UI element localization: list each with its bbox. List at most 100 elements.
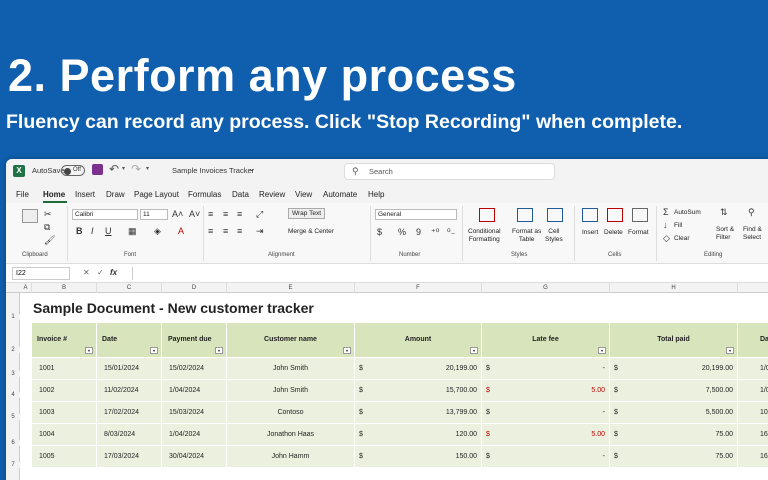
- find-select-button[interactable]: Find & Select: [743, 226, 762, 242]
- quick-access-dropdown-icon[interactable]: ▾: [146, 165, 149, 172]
- insert-button[interactable]: Insert: [582, 229, 598, 236]
- tab-formulas[interactable]: Formulas: [188, 190, 221, 199]
- table-cell-late-fee[interactable]: $ -: [482, 358, 610, 380]
- row-header[interactable]: 1: [6, 314, 20, 320]
- sort-filter-icon[interactable]: ⇅: [720, 207, 728, 217]
- row-header[interactable]: 4: [6, 392, 20, 398]
- currency-button[interactable]: $: [377, 227, 382, 237]
- align-middle-icon[interactable]: ≡: [223, 209, 228, 219]
- filter-dropdown-icon[interactable]: ▾: [85, 347, 93, 354]
- clear-button[interactable]: Clear: [674, 235, 690, 242]
- search-box[interactable]: ⚲ Search: [344, 163, 555, 180]
- borders-icon[interactable]: ▦: [128, 226, 137, 236]
- align-right-icon[interactable]: ≡: [237, 226, 242, 236]
- font-color-icon[interactable]: A: [178, 226, 184, 236]
- table-cell-invoice[interactable]: 1003: [32, 402, 97, 424]
- table-cell-total[interactable]: $7,500.00: [610, 380, 738, 402]
- table-cell-date[interactable]: 17/02/2024: [97, 402, 162, 424]
- table-cell-amount[interactable]: $20,199.00: [355, 358, 482, 380]
- format-button[interactable]: Format: [628, 229, 649, 236]
- tab-draw[interactable]: Draw: [106, 190, 125, 199]
- table-cell-customer[interactable]: John Hamm: [227, 446, 355, 468]
- table-cell-due[interactable]: 1/04/2024: [162, 424, 227, 446]
- fill-icon[interactable]: ↓: [663, 220, 668, 230]
- font-size-select[interactable]: 11: [140, 209, 168, 220]
- bold-button[interactable]: B: [76, 226, 83, 236]
- column-header[interactable]: G: [482, 283, 610, 293]
- autosum-button[interactable]: AutoSum: [674, 209, 701, 216]
- table-cell-customer[interactable]: John Smith: [227, 380, 355, 402]
- delete-button[interactable]: Delete: [604, 229, 623, 236]
- table-cell-amount[interactable]: $120.00: [355, 424, 482, 446]
- undo-dropdown-icon[interactable]: ▾: [122, 165, 125, 172]
- comma-style-button[interactable]: 9: [416, 227, 421, 237]
- find-icon[interactable]: ⚲: [748, 207, 755, 217]
- filter-dropdown-icon[interactable]: ▾: [150, 347, 158, 354]
- italic-button[interactable]: I: [91, 226, 94, 236]
- copy-icon[interactable]: ⧉: [44, 222, 50, 232]
- insert-function-icon[interactable]: fx: [110, 268, 117, 277]
- table-cell-extra[interactable]: 10/: [738, 402, 768, 424]
- table-cell-late-fee[interactable]: $5.00: [482, 380, 610, 402]
- table-cell-due[interactable]: 15/02/2024: [162, 358, 227, 380]
- table-cell-customer[interactable]: John Smith: [227, 358, 355, 380]
- table-cell-due[interactable]: 1/04/2024: [162, 380, 227, 402]
- header-cell-payment-due[interactable]: Payment due ▾: [162, 323, 227, 357]
- table-cell-total[interactable]: $75.00: [610, 446, 738, 468]
- align-top-icon[interactable]: ≡: [208, 209, 213, 219]
- column-header[interactable]: H: [610, 283, 738, 293]
- header-cell-invoice[interactable]: Invoice # ▾: [32, 323, 97, 357]
- tab-home[interactable]: Home: [43, 190, 65, 199]
- autosum-icon[interactable]: Σ: [663, 207, 669, 217]
- name-box[interactable]: I22: [12, 267, 70, 280]
- table-cell-amount[interactable]: $13,799.00: [355, 402, 482, 424]
- table-cell-total[interactable]: $20,199.00: [610, 358, 738, 380]
- wrap-text-button[interactable]: Wrap Text: [288, 208, 326, 219]
- percent-button[interactable]: %: [398, 227, 406, 237]
- row-header[interactable]: 2: [6, 347, 20, 353]
- table-cell-due[interactable]: 15/03/2024: [162, 402, 227, 424]
- decrease-font-icon[interactable]: A˅: [189, 209, 200, 219]
- fill-color-icon[interactable]: ◈: [154, 226, 161, 236]
- table-cell-extra[interactable]: 1/0: [738, 358, 768, 380]
- tab-data[interactable]: Data: [232, 190, 249, 199]
- chevron-down-icon[interactable]: ⌄: [249, 165, 255, 173]
- table-cell-due[interactable]: 30/04/2024: [162, 446, 227, 468]
- filter-dropdown-icon[interactable]: ▾: [215, 347, 223, 354]
- tab-review[interactable]: Review: [259, 190, 285, 199]
- clear-icon[interactable]: ◇: [663, 233, 670, 243]
- filter-dropdown-icon[interactable]: ▾: [598, 347, 606, 354]
- cell-styles-icon[interactable]: [547, 208, 563, 222]
- table-cell-customer[interactable]: Contoso: [227, 402, 355, 424]
- conditional-formatting-icon[interactable]: [479, 208, 495, 222]
- table-cell-date[interactable]: 15/01/2024: [97, 358, 162, 380]
- column-header[interactable]: E: [227, 283, 355, 293]
- table-cell-late-fee[interactable]: $5.00: [482, 424, 610, 446]
- table-cell-extra[interactable]: 16/: [738, 424, 768, 446]
- format-as-table-button[interactable]: Format as Table: [512, 228, 541, 244]
- format-as-table-icon[interactable]: [517, 208, 533, 222]
- header-cell-late-fee[interactable]: Late fee ▾: [482, 323, 610, 357]
- conditional-formatting-button[interactable]: Conditional Formatting: [468, 228, 501, 244]
- confirm-icon[interactable]: ✓: [97, 268, 104, 277]
- orientation-icon[interactable]: ⤢: [256, 209, 263, 219]
- align-center-icon[interactable]: ≡: [223, 226, 228, 236]
- header-cell-date[interactable]: Date ▾: [97, 323, 162, 357]
- table-cell-total[interactable]: $75.00: [610, 424, 738, 446]
- table-cell-total[interactable]: $5,500.00: [610, 402, 738, 424]
- document-title[interactable]: Sample Invoices Tracker: [172, 166, 254, 175]
- header-cell-amount[interactable]: Amount ▾: [355, 323, 482, 357]
- table-cell-amount[interactable]: $15,700.00: [355, 380, 482, 402]
- delete-cells-icon[interactable]: [607, 208, 623, 222]
- header-cell-date-extra[interactable]: Da: [738, 323, 768, 357]
- table-cell-amount[interactable]: $150.00: [355, 446, 482, 468]
- row-header[interactable]: 7: [6, 462, 20, 468]
- row-header[interactable]: 5: [6, 414, 20, 420]
- table-cell-invoice[interactable]: 1005: [32, 446, 97, 468]
- header-cell-customer[interactable]: Customer name ▾: [227, 323, 355, 357]
- number-format-select[interactable]: General: [375, 209, 457, 220]
- insert-cells-icon[interactable]: [582, 208, 598, 222]
- table-cell-invoice[interactable]: 1001: [32, 358, 97, 380]
- save-icon[interactable]: [92, 164, 103, 175]
- align-left-icon[interactable]: ≡: [208, 226, 213, 236]
